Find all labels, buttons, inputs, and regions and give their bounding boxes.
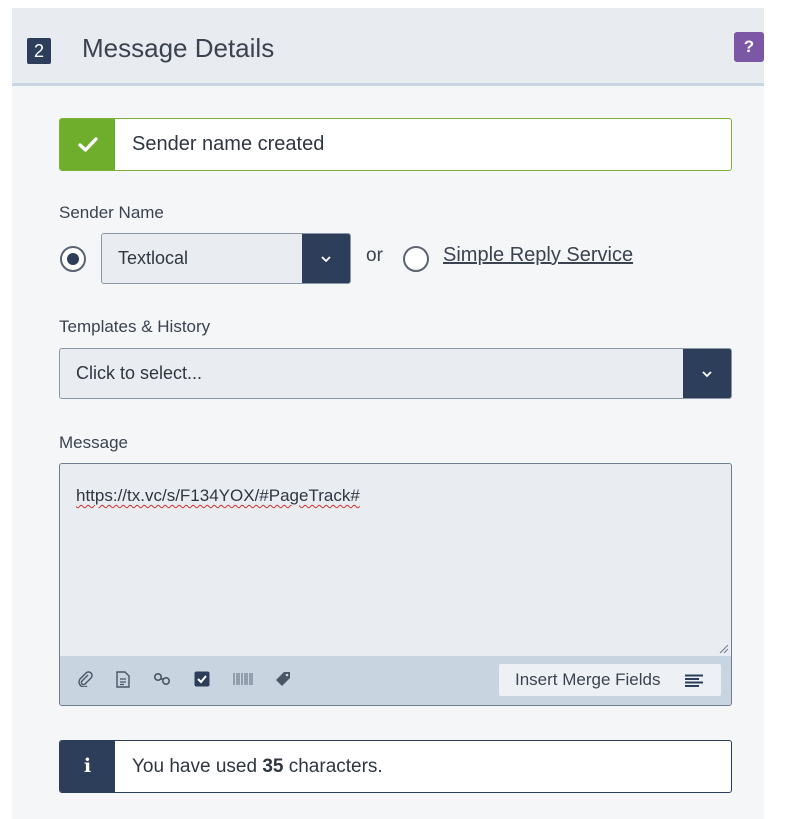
insert-merge-fields-label: Insert Merge Fields (515, 670, 661, 689)
simple-reply-radio[interactable] (403, 246, 429, 272)
list-icon (685, 674, 703, 687)
message-textarea[interactable]: https://tx.vc/s/F134YOX/#PageTrack# Inse… (59, 463, 732, 706)
chevron-down-icon[interactable] (302, 234, 350, 283)
character-count-text: You have used 35 characters. (132, 741, 383, 792)
chevron-down-icon[interactable] (683, 349, 731, 398)
templates-history-label: Templates & History (59, 317, 211, 336)
templates-history-select[interactable]: Click to select... (59, 348, 732, 399)
character-count-info: i You have used 35 characters. (59, 740, 732, 793)
ticket-icon[interactable] (272, 668, 294, 690)
help-button[interactable]: ? (734, 32, 764, 62)
message-label: Message (59, 433, 128, 452)
sender-name-label: Sender Name (59, 203, 164, 222)
char-count-suffix: characters. (288, 756, 383, 777)
or-text: or (366, 245, 383, 266)
message-toolbar: Insert Merge Fields (60, 656, 731, 705)
simple-reply-service-link[interactable]: Simple Reply Service (443, 244, 633, 267)
char-count-prefix: You have used (132, 756, 258, 777)
success-text: Sender name created (132, 133, 325, 155)
step-number-badge: 2 (27, 38, 51, 64)
sender-name-select[interactable]: Textlocal (101, 233, 351, 284)
resize-handle-icon[interactable] (719, 644, 729, 654)
sender-name-value: Textlocal (118, 248, 189, 268)
barcode-icon[interactable] (232, 668, 254, 690)
templates-placeholder: Click to select... (76, 363, 203, 383)
document-icon[interactable] (112, 668, 134, 690)
checkmark-icon (60, 119, 115, 170)
sender-name-radio[interactable] (60, 246, 86, 272)
char-count-value: 35 (262, 756, 284, 777)
page-title: Message Details (82, 33, 275, 63)
checkbox-icon[interactable] (191, 668, 213, 690)
panel-header: 2 Message Details ? (12, 8, 764, 86)
message-details-panel: 2 Message Details ? Sender name created … (12, 8, 764, 819)
info-icon: i (60, 741, 115, 792)
message-text[interactable]: https://tx.vc/s/F134YOX/#PageTrack# (76, 486, 360, 506)
insert-merge-fields-button[interactable]: Insert Merge Fields (499, 664, 721, 696)
success-alert: Sender name created (59, 118, 732, 171)
link-icon[interactable] (151, 668, 173, 690)
paperclip-icon[interactable] (74, 668, 96, 690)
